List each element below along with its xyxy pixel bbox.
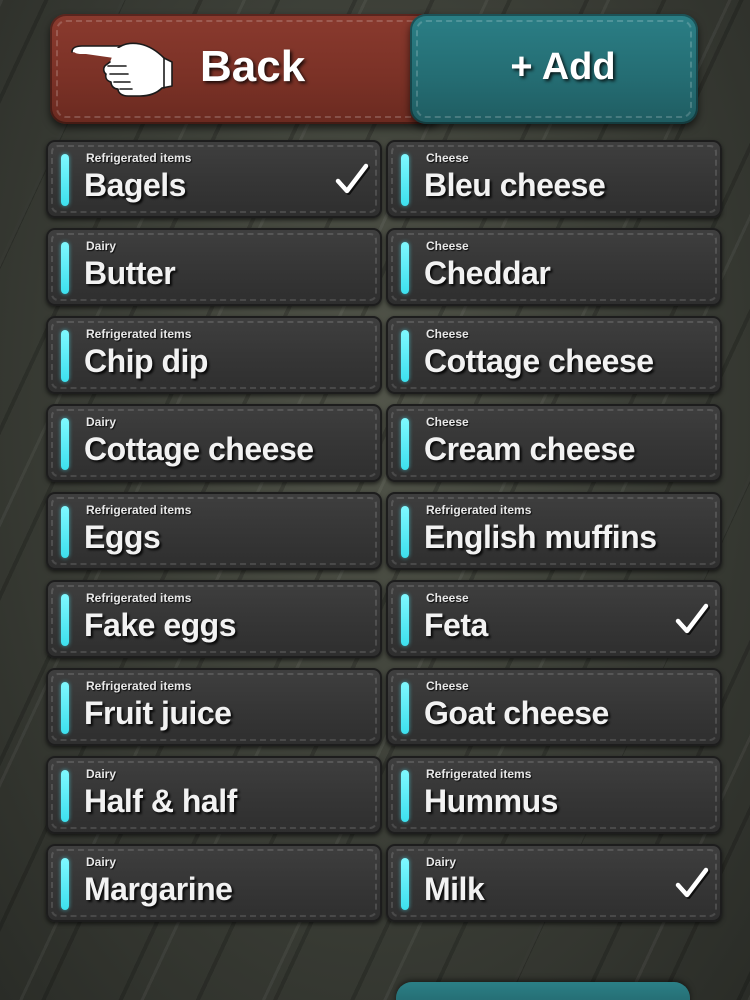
item-category: Dairy (426, 855, 457, 869)
accent-bar (61, 770, 69, 822)
item-category: Refrigerated items (86, 151, 192, 165)
accent-bar (61, 682, 69, 734)
accent-bar (401, 154, 409, 206)
item-name: Butter (84, 255, 176, 291)
list-item[interactable]: Refrigerated items Fake eggs (46, 580, 382, 658)
item-name: Fake eggs (84, 607, 237, 643)
item-category: Refrigerated items (86, 503, 192, 517)
item-category: Refrigerated items (426, 503, 532, 517)
list-item[interactable]: Refrigerated items Bagels (46, 140, 382, 218)
item-category: Cheese (426, 591, 469, 605)
back-button[interactable]: Back (50, 14, 442, 124)
checkmark-icon (675, 603, 710, 635)
accent-bar (61, 506, 69, 558)
item-category: Refrigerated items (86, 327, 192, 341)
item-category: Cheese (426, 415, 469, 429)
accent-bar (401, 858, 409, 910)
item-name: Hummus (424, 783, 558, 819)
checkmark-icon (675, 867, 710, 899)
top-bar: Back + Add (50, 14, 698, 124)
item-name: Margarine (84, 871, 233, 907)
list-item[interactable]: Cheese Cottage cheese (386, 316, 722, 394)
item-name: Eggs (84, 519, 161, 555)
item-name: Fruit juice (84, 695, 232, 731)
accent-bar (401, 506, 409, 558)
back-button-label: Back (200, 42, 306, 91)
item-category: Dairy (86, 239, 117, 253)
item-name: Half & half (84, 783, 237, 819)
item-name: Chip dip (84, 343, 208, 379)
item-category: Dairy (86, 855, 117, 869)
item-category: Refrigerated items (86, 679, 192, 693)
list-item[interactable]: Dairy Milk (386, 844, 722, 922)
accent-bar (401, 594, 409, 646)
list-item[interactable]: Refrigerated items Hummus (386, 756, 722, 834)
list-item[interactable]: Cheese Goat cheese (386, 668, 722, 746)
item-category: Refrigerated items (426, 767, 532, 781)
list-item[interactable]: Refrigerated items Eggs (46, 492, 382, 570)
item-grid: Refrigerated items Bagels Cheese Bleu chees… (46, 140, 722, 922)
accent-bar (401, 682, 409, 734)
list-item[interactable]: Dairy Half & half (46, 756, 382, 834)
item-name: Cheddar (424, 255, 551, 291)
accent-bar (61, 154, 69, 206)
item-category: Cheese (426, 151, 469, 165)
checkmark-icon (335, 163, 370, 195)
add-button-label: + Add (510, 46, 616, 88)
item-category: Dairy (86, 415, 117, 429)
bottom-button-partial[interactable] (396, 982, 690, 1000)
item-category: Cheese (426, 679, 469, 693)
pointing-hand-icon (71, 42, 173, 97)
add-button[interactable]: + Add (410, 14, 698, 124)
list-item[interactable]: Dairy Cottage cheese (46, 404, 382, 482)
accent-bar (401, 242, 409, 294)
item-category: Cheese (426, 239, 469, 253)
item-name: Cream cheese (424, 431, 636, 467)
list-item[interactable]: Refrigerated items Fruit juice (46, 668, 382, 746)
accent-bar (401, 770, 409, 822)
list-item[interactable]: Refrigerated items English muffins (386, 492, 722, 570)
item-category: Dairy (86, 767, 117, 781)
list-item[interactable]: Cheese Cheddar (386, 228, 722, 306)
list-item[interactable]: Cheese Bleu cheese (386, 140, 722, 218)
accent-bar (401, 330, 409, 382)
accent-bar (61, 242, 69, 294)
list-item[interactable]: Refrigerated items Chip dip (46, 316, 382, 394)
list-item[interactable]: Dairy Butter (46, 228, 382, 306)
list-item[interactable]: Dairy Margarine (46, 844, 382, 922)
list-item[interactable]: Cheese Feta (386, 580, 722, 658)
item-name: Bleu cheese (424, 167, 606, 203)
accent-bar (61, 858, 69, 910)
item-name: Cottage cheese (84, 431, 314, 467)
accent-bar (61, 330, 69, 382)
item-category: Refrigerated items (86, 591, 192, 605)
item-name: Goat cheese (424, 695, 609, 731)
item-name: Milk (424, 871, 485, 907)
accent-bar (61, 594, 69, 646)
accent-bar (401, 418, 409, 470)
item-name: English muffins (424, 519, 657, 555)
item-category: Cheese (426, 327, 469, 341)
item-name: Feta (424, 607, 488, 643)
item-name: Bagels (84, 167, 186, 203)
item-name: Cottage cheese (424, 343, 654, 379)
list-item[interactable]: Cheese Cream cheese (386, 404, 722, 482)
accent-bar (61, 418, 69, 470)
